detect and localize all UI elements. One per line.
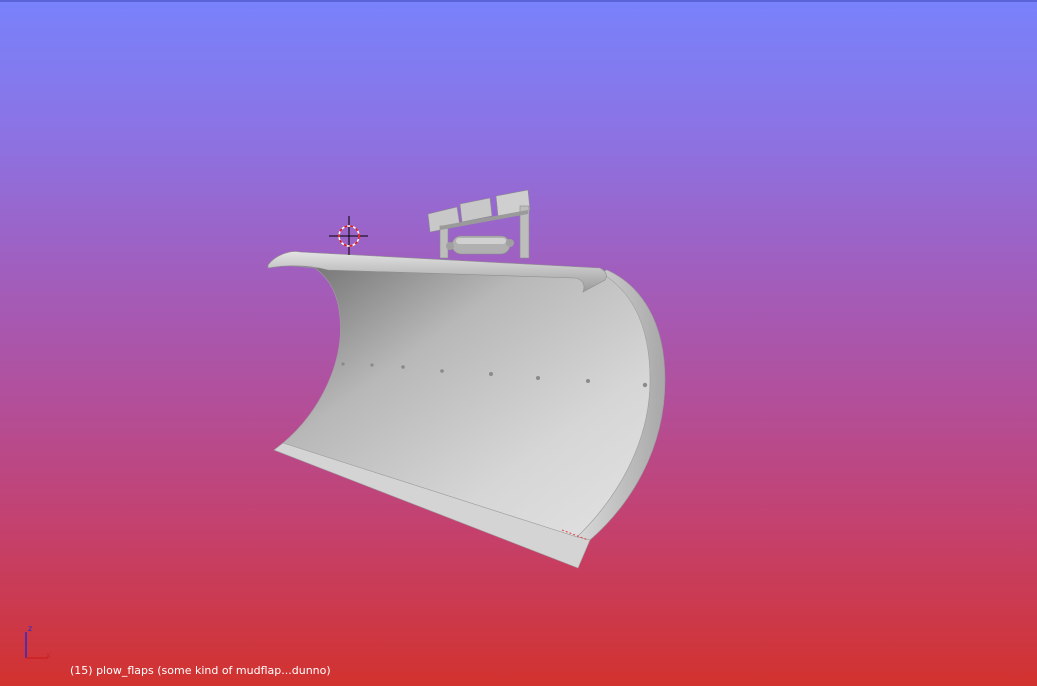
active-object-info: (15) plow_flaps (some kind of mudflap...… [70, 664, 331, 677]
axis-gizmo: z x [18, 622, 58, 666]
scene [267, 189, 666, 569]
x-axis-label: x [46, 651, 51, 660]
z-axis-label: z [28, 624, 33, 633]
plow-mount-bracket[interactable] [427, 189, 531, 259]
plow-blade[interactable] [271, 263, 651, 538]
3d-viewport[interactable]: z x (15) plow_flaps (some kind of mudfla… [0, 0, 1037, 686]
3d-cursor-icon[interactable] [329, 216, 368, 255]
